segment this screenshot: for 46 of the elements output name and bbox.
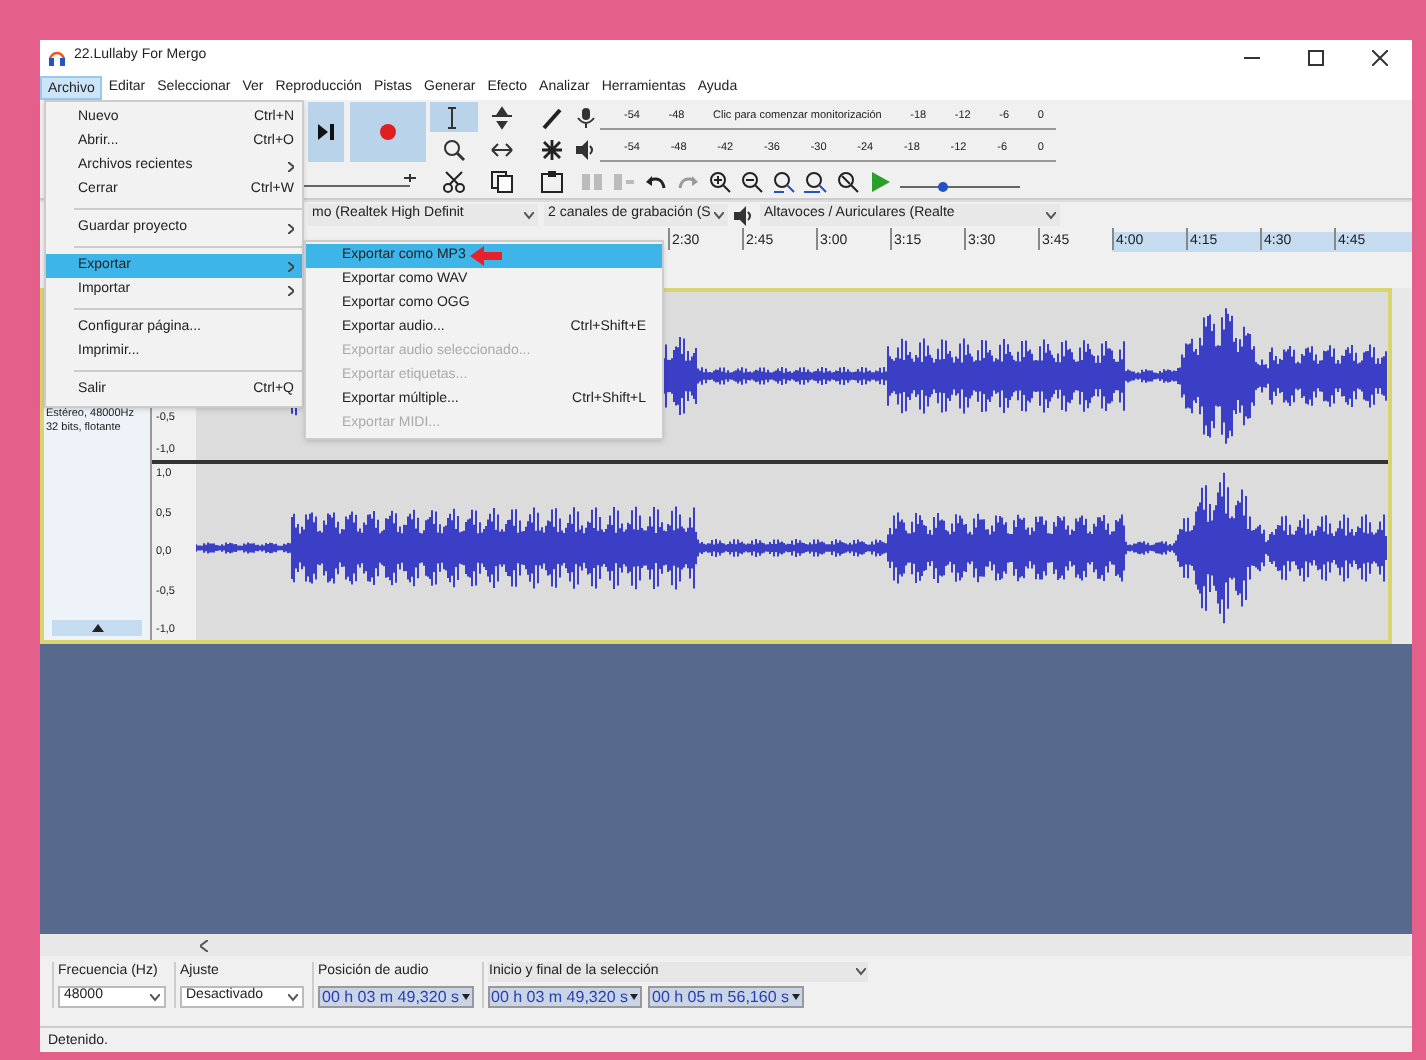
slider-thumb[interactable] [937,181,947,191]
time-field[interactable]: 00 h 05 m 56,160 s [648,986,803,1008]
speaker-icon [734,205,754,225]
play-icon[interactable] [868,169,892,193]
speaker-icon[interactable] [576,139,596,159]
maximize-icon[interactable] [1308,49,1324,65]
multi-tool-icon[interactable] [540,137,565,161]
scissors-icon[interactable] [441,169,466,193]
zoom-toggle-icon[interactable] [836,169,860,193]
chevron-right-icon [288,161,294,171]
dropdown-caret-icon [150,993,160,1001]
chevron-right-icon [288,223,294,233]
fit-selection-icon[interactable] [772,169,796,193]
up-triangle-icon [91,624,103,632]
dropdown-caret-icon [855,968,865,976]
horizontal-scrollbar[interactable] [40,934,1412,956]
envelope-tool-icon[interactable] [490,105,515,129]
caret-icon [630,994,638,1000]
pencil-icon[interactable] [540,105,565,129]
time-field[interactable]: 00 h 03 m 49,320 s [487,986,642,1008]
headphones-icon [48,48,66,66]
dropdown-caret-icon [524,211,534,219]
vertical-scrollbar[interactable] [1392,288,1412,644]
collapse-button[interactable] [52,620,142,636]
dropdown-caret-icon [1046,211,1056,219]
zoom-icon[interactable] [441,137,466,161]
arrow-left-icon [469,246,502,266]
caret-icon [461,994,469,1000]
scroll-left-icon [200,939,208,951]
zoom-in-icon[interactable] [708,169,732,193]
dropdown-caret-icon [288,993,298,1001]
record-icon [380,124,396,140]
microphone-icon[interactable] [576,107,596,127]
fit-project-icon[interactable] [804,169,828,193]
close-icon[interactable] [1372,49,1388,65]
skip-to-end-button[interactable] [308,102,344,162]
zoom-out-icon[interactable] [740,169,764,193]
paste-icon[interactable] [540,169,565,193]
caret-icon [791,994,799,1000]
skip-to-end-icon [318,124,334,140]
time-shift-icon[interactable] [490,137,515,161]
dropdown-caret-icon [714,211,724,219]
chevron-right-icon [288,285,294,295]
time-field[interactable]: 00 h 03 m 49,320 s [318,986,473,1008]
chevron-right-icon [288,261,294,271]
copy-icon[interactable] [490,169,515,193]
